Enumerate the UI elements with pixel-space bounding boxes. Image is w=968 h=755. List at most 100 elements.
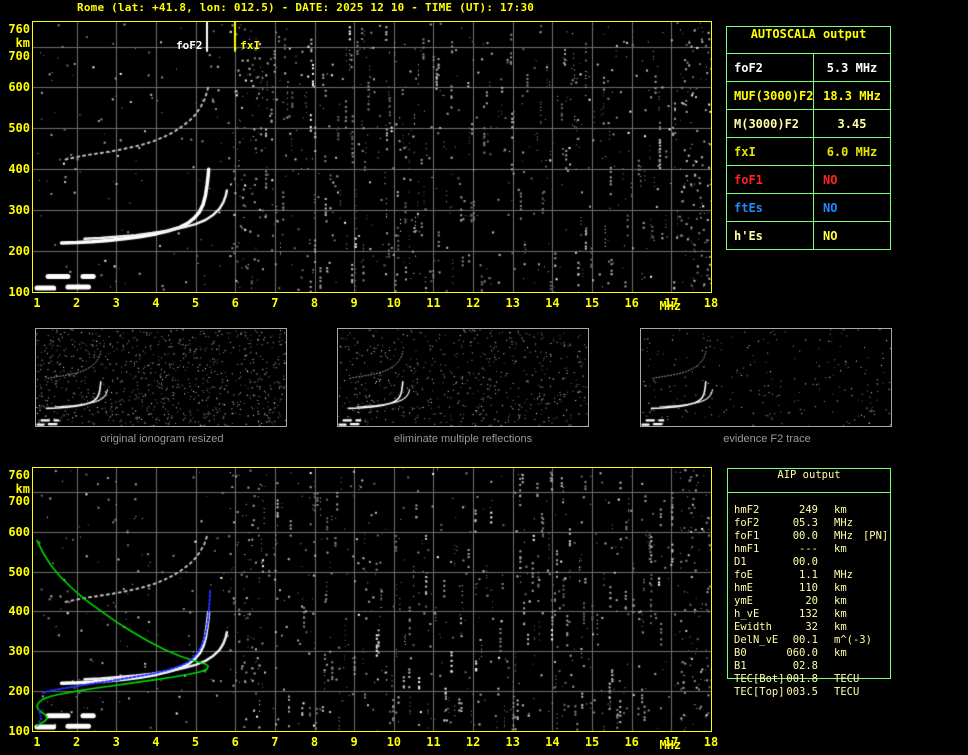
x-tick-label: 2 [72,296,81,310]
aip-label: B0 [734,647,747,659]
aip-extra: [PN] [862,530,889,542]
aip-label: foF1 [734,530,760,542]
aip-unit: MHz [834,517,853,529]
x-axis-unit: MHz [659,299,682,313]
aip-row-foF1: foF1 00.0 MHz [PN] [734,530,890,543]
x-tick-label: 2 [72,735,81,749]
x-tick-label: 15 [584,296,600,310]
aip-value: 001.8 [786,673,818,685]
thumb-caption-evidence: evidence F2 trace [723,433,811,445]
aip-label: B1 [734,660,747,672]
aip-label: ymE [734,595,753,607]
thumb-caption-original: original ionogram resized [100,433,224,445]
aip-value: 110 [799,582,818,594]
autoscala-row-value: NO [823,200,838,215]
autoscala-row-fxI: fxI 6.0 MHz [727,138,890,166]
aip-label: h_vE [734,608,760,620]
aip-value: 00.0 [792,530,818,542]
autoscala-row-label: ftEs [727,194,814,221]
thumb-original-ionogram [35,328,287,427]
y-tick-label: 400 [8,162,30,177]
autoscala-row-value: 18.3 MHz [823,88,881,103]
autoscala-row-value: 6.0 MHz [826,144,878,159]
y-tick-label: 760 [8,22,30,36]
autoscala-table: AUTOSCALA output foF2 5.3 MHz MUF(3000)F2 1… [726,26,891,250]
y-tick-label: 600 [8,80,30,95]
aip-row-h_vE: h_vE 132 km [734,608,890,621]
autoscala-row-value: 3.45 [837,116,867,131]
y-tick-label: 760 [8,468,30,482]
x-tick-label: 10 [386,735,402,749]
autoscala-row-label: foF1 [727,166,814,193]
x-tick-label: 13 [505,296,520,310]
x-tick-label: 1 [33,296,41,310]
y-tick-label: 300 [8,203,30,218]
y-axis-unit: km [15,482,30,496]
x-tick-label: 18 [703,735,719,749]
x-tick-label: 14 [545,296,560,310]
aip-value: 003.5 [786,686,818,698]
aip-header: AIP output [728,469,890,493]
y-tick-label: 600 [8,524,30,539]
aip-value: 32 [805,621,818,633]
x-tick-label: 5 [191,296,200,310]
aip-value: 05.3 [792,517,818,529]
x-tick-label: 8 [310,735,319,749]
y-tick-label: 200 [8,244,30,259]
aip-row-hmF1: hmF1 --- km [734,543,890,556]
autoscala-row-foF1: foF1 NO [727,166,890,194]
aip-value: 00.1 [792,634,818,646]
aip-unit: MHz [834,569,853,581]
aip-unit: km [834,621,847,633]
aip-row-DelN_vE: DelN_vE 00.1 m^(-3) [734,634,890,647]
aip-value: 249 [799,504,818,516]
x-tick-label: 7 [271,296,279,310]
y-tick-label: 500 [8,564,30,579]
autoscala-body: foF2 5.3 MHz MUF(3000)F2 18.3 MHz M(3000)F2 3… [727,54,890,249]
y-tick-label: 400 [8,604,30,619]
autoscala-row-ftEs: ftEs NO [727,194,890,222]
thumb-original-canvas [36,329,286,426]
aip-value: 20 [805,595,818,607]
marker-label-fxI: fxI [240,39,261,52]
autoscala-row-value: NO [823,172,838,187]
x-axis-unit: MHz [659,738,682,752]
aip-label: hmE [734,582,753,594]
aip-label: foF2 [734,517,760,529]
aip-label: D1 [734,556,747,568]
autoscala-row-MUF(3000)F2: MUF(3000)F2 18.3 MHz [727,82,890,110]
thumb-evidence-f2 [640,328,892,427]
aip-value: 132 [799,608,818,620]
ionogram-canvas-profile [33,468,711,731]
x-tick-label: 1 [33,735,41,749]
x-tick-label: 14 [545,735,560,749]
x-tick-label: 11 [426,296,441,310]
x-tick-label: 4 [152,735,160,749]
x-tick-label: 5 [191,735,200,749]
thumb-evidence-canvas [641,329,891,426]
aip-panel: AIP output hmF2 249 km foF2 05.3 MHz foF1 00.0 M… [727,468,891,728]
aip-unit: TECU [834,673,860,685]
aip-row-foF2: foF2 05.3 MHz [734,517,890,530]
aip-row-hmF2: hmF2 249 km [734,504,890,517]
aip-value: 02.8 [792,660,818,672]
x-tick-label: 16 [624,735,639,749]
x-tick-label: 10 [386,296,402,310]
aip-unit: km [834,504,847,516]
y-tick-label: 200 [8,684,30,699]
aip-label: DelN_vE [734,634,779,646]
thumb-caption-eliminate: eliminate multiple reflections [393,433,533,445]
aip-label: Ewidth [734,621,772,633]
x-tick-label: 15 [584,735,600,749]
aip-row-hmE: hmE 110 km [734,582,890,595]
x-tick-label: 12 [465,735,481,749]
ionogram-plot-profile [32,467,712,732]
autoscala-row-label: MUF(3000)F2 [727,82,814,109]
autoscala-header: AUTOSCALA output [727,27,890,54]
x-tick-label: 9 [350,296,358,310]
y-tick-label: 100 [8,285,30,299]
thumb-eliminate-canvas [338,329,588,426]
aip-row-ymE: ymE 20 km [734,595,890,608]
aip-value: 060.0 [786,647,818,659]
x-tick-label: 11 [426,735,441,749]
